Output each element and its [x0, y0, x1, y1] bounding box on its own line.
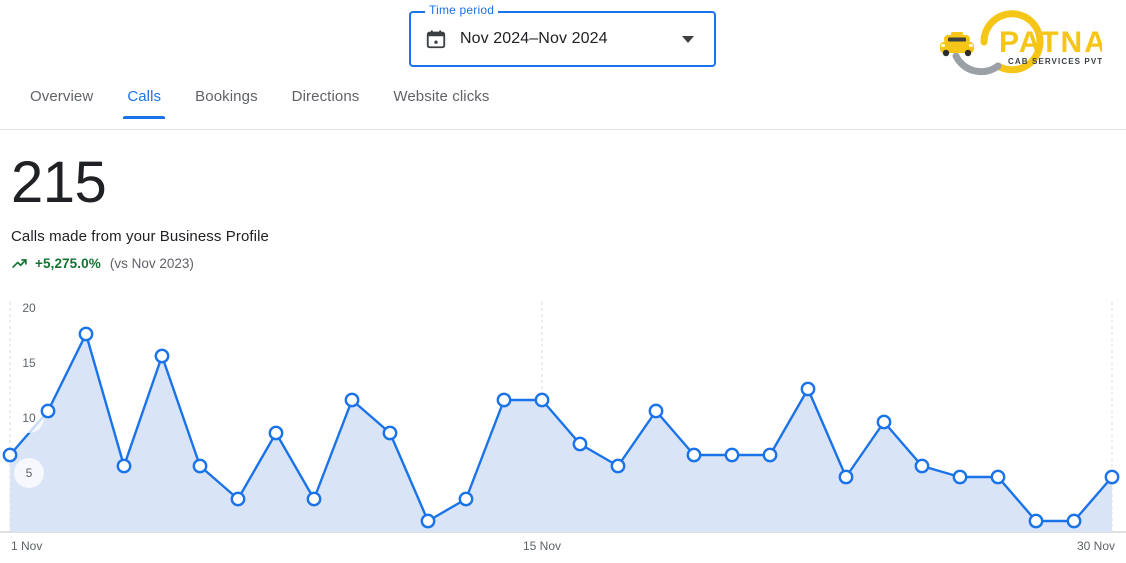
chart-point[interactable] [952, 469, 968, 485]
chart-point[interactable] [382, 425, 398, 441]
chart-point[interactable] [838, 469, 854, 485]
chart-point[interactable] [78, 326, 94, 342]
time-period-select[interactable]: Time period Nov 2024–Nov 2024 [409, 4, 716, 67]
svg-text:15 Nov: 15 Nov [523, 539, 561, 553]
svg-text:30 Nov: 30 Nov [1077, 539, 1115, 553]
chevron-down-icon[interactable] [682, 35, 694, 43]
chart-point[interactable] [610, 458, 626, 474]
svg-text:15: 15 [22, 356, 36, 370]
chart-point[interactable] [344, 392, 360, 408]
time-period-legend: Time period [425, 4, 499, 16]
time-period-value: Nov 2024–Nov 2024 [460, 30, 608, 47]
chart-point[interactable] [2, 447, 18, 463]
chart-point[interactable] [40, 403, 56, 419]
chart-point[interactable] [1066, 513, 1082, 529]
chart-point[interactable] [154, 348, 170, 364]
svg-text:20: 20 [22, 301, 36, 315]
chart-point[interactable] [572, 436, 588, 452]
svg-text:10: 10 [22, 411, 36, 425]
tab-bookings[interactable]: Bookings [195, 88, 258, 119]
chart-point[interactable] [496, 392, 512, 408]
metric-delta-percent: +5,275.0% [35, 256, 101, 271]
metric-delta-note: (vs Nov 2023) [109, 256, 194, 271]
chart-point[interactable] [534, 392, 550, 408]
metric-block: 215 Calls made from your Business Profil… [11, 152, 269, 272]
chart-point[interactable] [192, 458, 208, 474]
trending-up-icon [11, 255, 28, 272]
calendar-icon [425, 28, 447, 50]
analytics-page: Time period Nov 2024–Nov 2024 PATNA CAB … [0, 0, 1126, 563]
chart-point[interactable] [458, 491, 474, 507]
svg-text:1 Nov: 1 Nov [11, 539, 42, 553]
tab-bar: Overview Calls Bookings Directions Websi… [0, 88, 1126, 130]
metric-label: Calls made from your Business Profile [11, 228, 269, 245]
chart-point[interactable] [268, 425, 284, 441]
chart-point[interactable] [420, 513, 436, 529]
chart-point[interactable] [800, 381, 816, 397]
svg-text:CAB SERVICES PVT LTD: CAB SERVICES PVT LTD [1008, 57, 1102, 66]
tab-website-clicks[interactable]: Website clicks [393, 88, 489, 119]
company-logo: PATNA CAB SERVICES PVT LTD PATNA CAB SER… [922, 6, 1102, 78]
chart-point[interactable] [230, 491, 246, 507]
chart-svg: 5 10 15 20 1 Nov 15 Nov 30 Nov [0, 296, 1126, 553]
chart-point[interactable] [686, 447, 702, 463]
tab-directions[interactable]: Directions [292, 88, 360, 119]
chart-point[interactable] [914, 458, 930, 474]
top-bar: Time period Nov 2024–Nov 2024 PATNA CAB … [0, 0, 1126, 86]
chart-point[interactable] [876, 414, 892, 430]
chart-point[interactable] [306, 491, 322, 507]
tab-overview[interactable]: Overview [30, 88, 93, 119]
chart-point[interactable] [1028, 513, 1044, 529]
chart-point[interactable] [648, 403, 664, 419]
chart-point[interactable] [762, 447, 778, 463]
metric-value: 215 [11, 150, 107, 215]
svg-text:5: 5 [26, 466, 33, 480]
tab-calls[interactable]: Calls [123, 88, 165, 119]
svg-text:PATNA: PATNA [999, 26, 1102, 59]
chart-point[interactable] [990, 469, 1006, 485]
calls-line-chart: 5 10 15 20 1 Nov 15 Nov 30 Nov [0, 296, 1126, 563]
metric-delta: +5,275.0% (vs Nov 2023) [11, 255, 269, 272]
chart-point[interactable] [1104, 469, 1120, 485]
chart-point[interactable] [724, 447, 740, 463]
chart-point[interactable] [116, 458, 132, 474]
